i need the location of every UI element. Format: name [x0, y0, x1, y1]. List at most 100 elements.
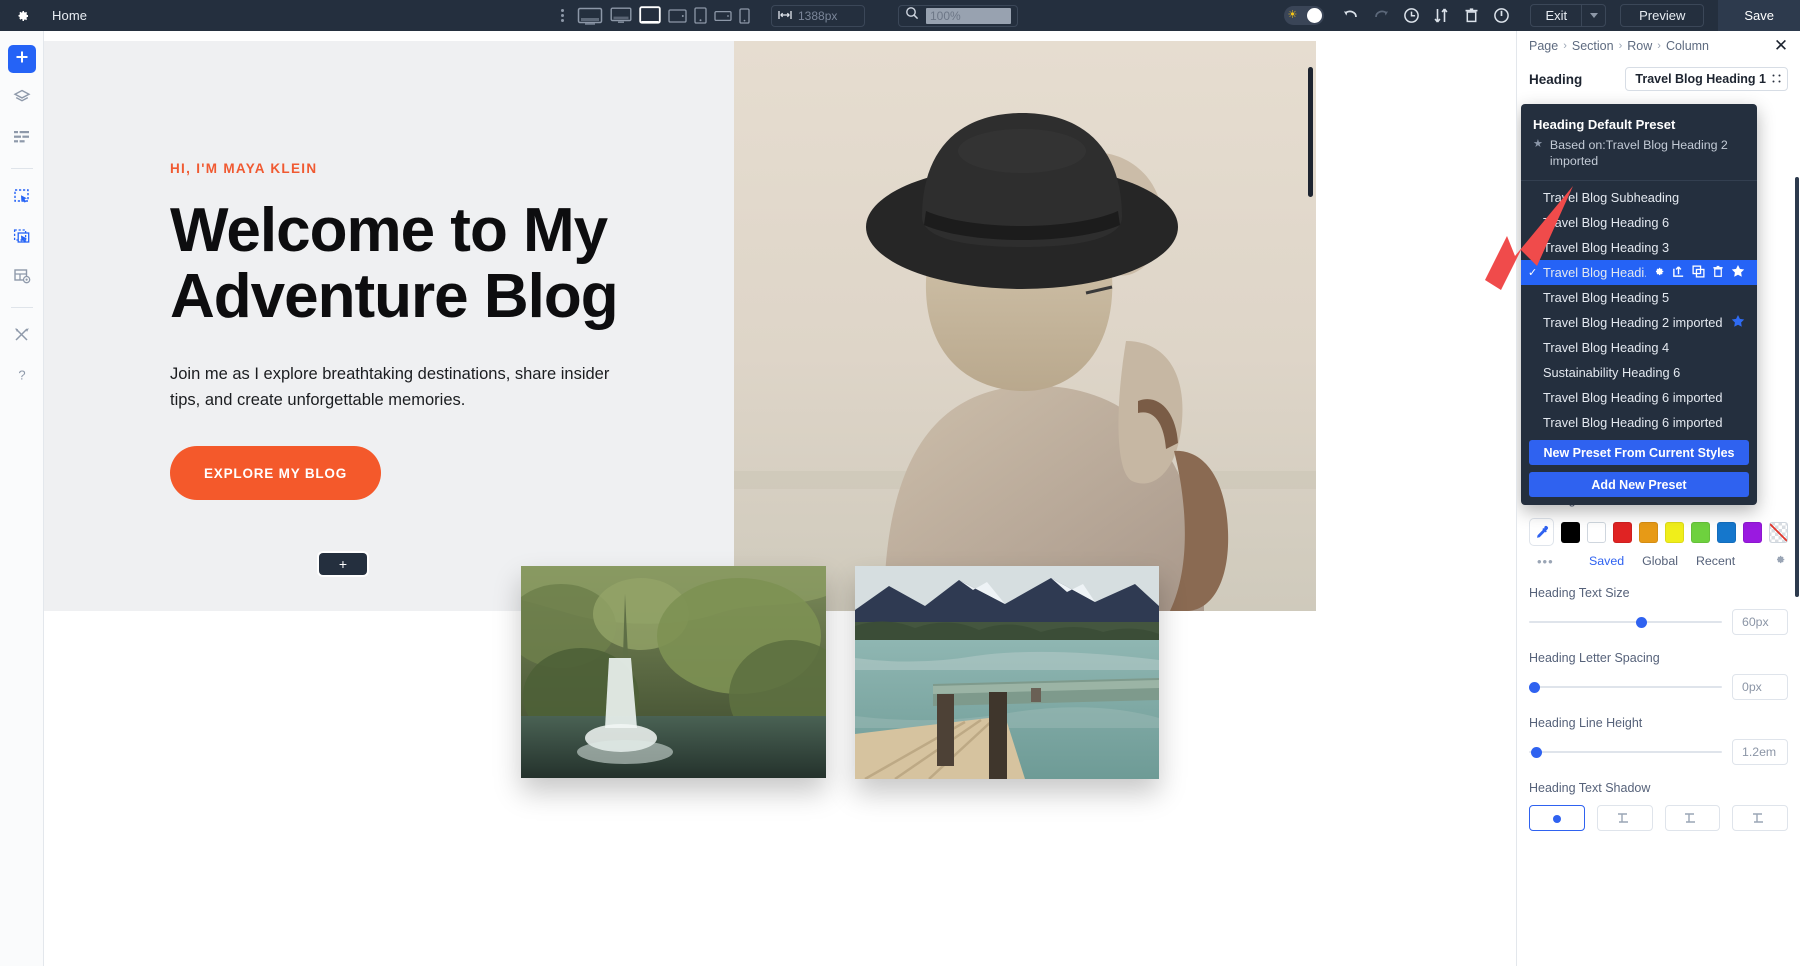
- sidebar-item-structure[interactable]: [8, 125, 36, 153]
- breadcrumb-page[interactable]: Page: [1529, 39, 1558, 53]
- swatch-red[interactable]: [1613, 522, 1632, 543]
- hero-eyebrow[interactable]: HI, I'M MAYA KLEIN: [170, 161, 690, 176]
- undo-icon[interactable]: [1336, 0, 1366, 31]
- explore-blog-button[interactable]: EXPLORE MY BLOG: [170, 446, 381, 500]
- device-mobile-landscape-icon[interactable]: [714, 10, 732, 22]
- heading-letter-spacing-input[interactable]: 0px: [1732, 674, 1788, 700]
- slider-knob[interactable]: [1529, 682, 1540, 693]
- sidebar-item-tools[interactable]: [8, 323, 36, 351]
- power-icon[interactable]: [1486, 0, 1516, 31]
- zoom-field[interactable]: 100%: [898, 5, 1018, 27]
- chevron-down-icon[interactable]: [1581, 5, 1605, 26]
- panel-scrollbar[interactable]: [1795, 177, 1799, 597]
- duplicate-icon[interactable]: [1692, 265, 1705, 281]
- close-icon[interactable]: ✕: [1772, 36, 1790, 54]
- hero-section[interactable]: HI, I'M MAYA KLEIN Welcome to My Adventu…: [44, 41, 1316, 611]
- more-colors-icon[interactable]: •••: [1537, 554, 1554, 569]
- preset-item-7[interactable]: Sustainability Heading 6: [1521, 360, 1757, 385]
- preset-item-0[interactable]: Travel Blog Subheading: [1521, 185, 1757, 210]
- zoom-value[interactable]: 100%: [926, 8, 1011, 24]
- star-icon[interactable]: [1731, 314, 1745, 331]
- device-mobile-portrait-icon[interactable]: [739, 8, 750, 24]
- preset-item-8[interactable]: Travel Blog Heading 6 imported: [1521, 385, 1757, 410]
- tab-recent[interactable]: Recent: [1696, 554, 1735, 568]
- device-desktop-large-icon[interactable]: [577, 7, 603, 25]
- hero-paragraph[interactable]: Join me as I explore breathtaking destin…: [170, 361, 630, 414]
- hero-heading[interactable]: Welcome to My Adventure Blog: [170, 198, 690, 331]
- device-laptop-icon-active[interactable]: [639, 6, 661, 25]
- page-canvas[interactable]: HI, I'M MAYA KLEIN Welcome to My Adventu…: [44, 31, 1316, 966]
- sort-updown-icon[interactable]: [1426, 0, 1456, 31]
- heading-text-size-slider[interactable]: [1529, 615, 1722, 629]
- breadcrumb-column[interactable]: Column: [1666, 39, 1709, 53]
- export-icon[interactable]: [1672, 265, 1685, 281]
- preset-item-9[interactable]: Travel Blog Heading 6 imported: [1521, 410, 1757, 435]
- preset-item-2[interactable]: Travel Blog Heading 3: [1521, 235, 1757, 260]
- lake-dock-photo[interactable]: [855, 566, 1159, 779]
- canvas-width-field[interactable]: 1388px: [771, 5, 865, 27]
- preset-select[interactable]: Travel Blog Heading 1: [1625, 67, 1788, 91]
- trash-icon[interactable]: [1712, 265, 1724, 281]
- breadcrumb-section[interactable]: Section: [1572, 39, 1614, 53]
- hero-portrait-photo[interactable]: [734, 41, 1316, 611]
- swatch-green[interactable]: [1691, 522, 1710, 543]
- add-new-preset-button[interactable]: Add New Preset: [1529, 472, 1749, 497]
- swatch-white[interactable]: [1587, 522, 1606, 543]
- device-desktop-icon[interactable]: [610, 7, 632, 24]
- swatch-yellow[interactable]: [1665, 522, 1684, 543]
- more-options-icon[interactable]: [555, 9, 570, 22]
- device-tablet-portrait-icon[interactable]: [694, 7, 707, 24]
- preview-button[interactable]: Preview: [1620, 4, 1704, 27]
- theme-toggle[interactable]: ☀: [1284, 6, 1324, 25]
- swatch-transparent[interactable]: [1769, 522, 1788, 543]
- waterfall-photo[interactable]: [521, 566, 826, 778]
- heading-text-size-row: 60px: [1529, 609, 1788, 635]
- swatch-orange[interactable]: [1639, 522, 1658, 543]
- sidebar-item-templates[interactable]: [8, 224, 36, 252]
- heading-line-height-slider[interactable]: [1529, 745, 1722, 759]
- shadow-option-none[interactable]: [1529, 805, 1585, 831]
- heading-letter-spacing-slider[interactable]: [1529, 680, 1722, 694]
- device-tablet-landscape-icon[interactable]: [668, 9, 687, 23]
- gear-icon[interactable]: [1773, 553, 1786, 571]
- sidebar-item-layers[interactable]: [8, 85, 36, 113]
- preset-item-4[interactable]: Travel Blog Heading 5: [1521, 285, 1757, 310]
- sidebar-item-help[interactable]: ?: [8, 363, 36, 391]
- shadow-option-large[interactable]: [1732, 805, 1788, 831]
- dropdown-default-title: Heading Default Preset: [1533, 117, 1745, 132]
- sidebar-item-global-blocks[interactable]: [8, 184, 36, 212]
- gear-icon[interactable]: [12, 6, 32, 26]
- preset-item-5[interactable]: Travel Blog Heading 2 imported: [1521, 310, 1757, 335]
- shadow-option-medium[interactable]: [1665, 805, 1721, 831]
- star-icon[interactable]: [1731, 264, 1745, 281]
- redo-icon[interactable]: [1366, 0, 1396, 31]
- trash-icon[interactable]: [1456, 0, 1486, 31]
- preset-item-6[interactable]: Travel Blog Heading 4: [1521, 335, 1757, 360]
- slider-knob[interactable]: [1636, 617, 1647, 628]
- tab-saved[interactable]: Saved: [1589, 554, 1624, 568]
- tab-global[interactable]: Global: [1642, 554, 1678, 568]
- page-name-label[interactable]: Home: [52, 8, 87, 23]
- swatch-blue[interactable]: [1717, 522, 1736, 543]
- preset-item-1[interactable]: Travel Blog Heading 6: [1521, 210, 1757, 235]
- sidebar-item-add-element[interactable]: [8, 45, 36, 73]
- exit-button[interactable]: Exit: [1531, 5, 1581, 26]
- new-preset-from-current-styles-button[interactable]: New Preset From Current Styles: [1529, 440, 1749, 465]
- heading-line-height-input[interactable]: 1.2em: [1732, 739, 1788, 765]
- save-button[interactable]: Save: [1718, 0, 1800, 31]
- preset-dots-icon: [1772, 72, 1781, 86]
- canvas-scrollbar[interactable]: [1308, 67, 1313, 197]
- shadow-option-small[interactable]: [1597, 805, 1653, 831]
- swatch-purple[interactable]: [1743, 522, 1762, 543]
- preset-item-3-selected[interactable]: ✓ Travel Blog Headi...: [1521, 260, 1757, 285]
- gear-icon[interactable]: [1652, 265, 1665, 281]
- history-clock-icon[interactable]: [1396, 0, 1426, 31]
- slider-knob[interactable]: [1531, 747, 1542, 758]
- breadcrumb-row[interactable]: Row: [1627, 39, 1652, 53]
- sidebar-item-page-settings[interactable]: [8, 264, 36, 292]
- heading-text-size-input[interactable]: 60px: [1732, 609, 1788, 635]
- preset-dropdown-menu[interactable]: Heading Default Preset ★ Based on:Travel…: [1521, 104, 1757, 505]
- eyedropper-icon[interactable]: [1529, 518, 1554, 546]
- swatch-black[interactable]: [1561, 522, 1580, 543]
- dropdown-default-preset[interactable]: Heading Default Preset ★ Based on:Travel…: [1521, 110, 1757, 178]
